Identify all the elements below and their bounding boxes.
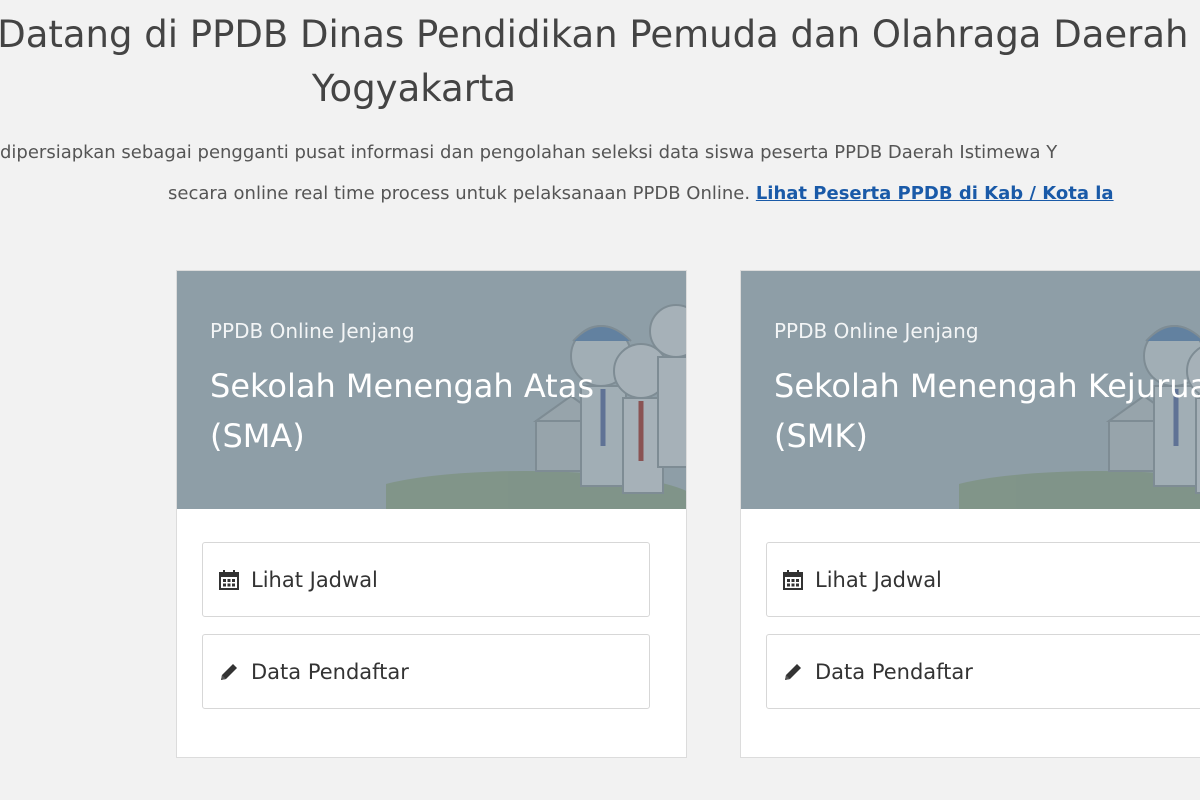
description-line-2: secara online real time process untuk pe… — [168, 181, 1114, 207]
data-pendaftar-button[interactable]: Data Pendaftar — [202, 634, 650, 709]
description-line-1: dipersiapkan sebagai pengganti pusat inf… — [0, 142, 1058, 163]
button-label: Data Pendaftar — [251, 659, 409, 684]
card-title-line-1: Sekolah Menengah Atas — [210, 367, 594, 405]
button-label: Data Pendaftar — [815, 659, 973, 684]
calendar-icon — [783, 569, 803, 590]
button-label: Lihat Jadwal — [815, 567, 942, 592]
card-title-line-1: Sekolah Menengah Kejuruan — [774, 367, 1200, 405]
card-kicker: PPDB Online Jenjang — [774, 319, 979, 343]
pencil-icon — [221, 663, 237, 680]
lihat-jadwal-button[interactable]: Lihat Jadwal — [766, 542, 1200, 617]
pencil-icon — [785, 663, 801, 680]
card-title-line-2: (SMA) — [210, 417, 305, 455]
description-text: secara online real time process untuk pe… — [168, 183, 751, 204]
data-pendaftar-button[interactable]: Data Pendaftar — [766, 634, 1200, 709]
button-label: Lihat Jadwal — [251, 567, 378, 592]
page-title: Selamat Datang di PPDB Dinas Pendidikan … — [0, 13, 1200, 56]
card-title: Sekolah Menengah Kejuruan (SMK) — [774, 361, 1200, 461]
card-title: Sekolah Menengah Atas (SMA) — [210, 361, 680, 461]
card-banner-smk: PPDB Online Jenjang Sekolah Menengah Kej… — [741, 271, 1200, 509]
lihat-jadwal-button[interactable]: Lihat Jadwal — [202, 542, 650, 617]
card-sma: PPDB Online Jenjang Sekolah Menengah Ata… — [176, 270, 687, 758]
page: Selamat Datang di PPDB Dinas Pendidikan … — [0, 0, 1200, 800]
calendar-icon — [219, 569, 239, 590]
card-title-line-2: (SMK) — [774, 417, 868, 455]
page-title-line-2: Yogyakarta — [311, 67, 517, 110]
peserta-kab-kota-link[interactable]: Lihat Peserta PPDB di Kab / Kota la — [756, 183, 1114, 204]
card-banner-sma: PPDB Online Jenjang Sekolah Menengah Ata… — [177, 271, 686, 509]
card-smk: PPDB Online Jenjang Sekolah Menengah Kej… — [740, 270, 1200, 758]
card-kicker: PPDB Online Jenjang — [210, 319, 415, 343]
